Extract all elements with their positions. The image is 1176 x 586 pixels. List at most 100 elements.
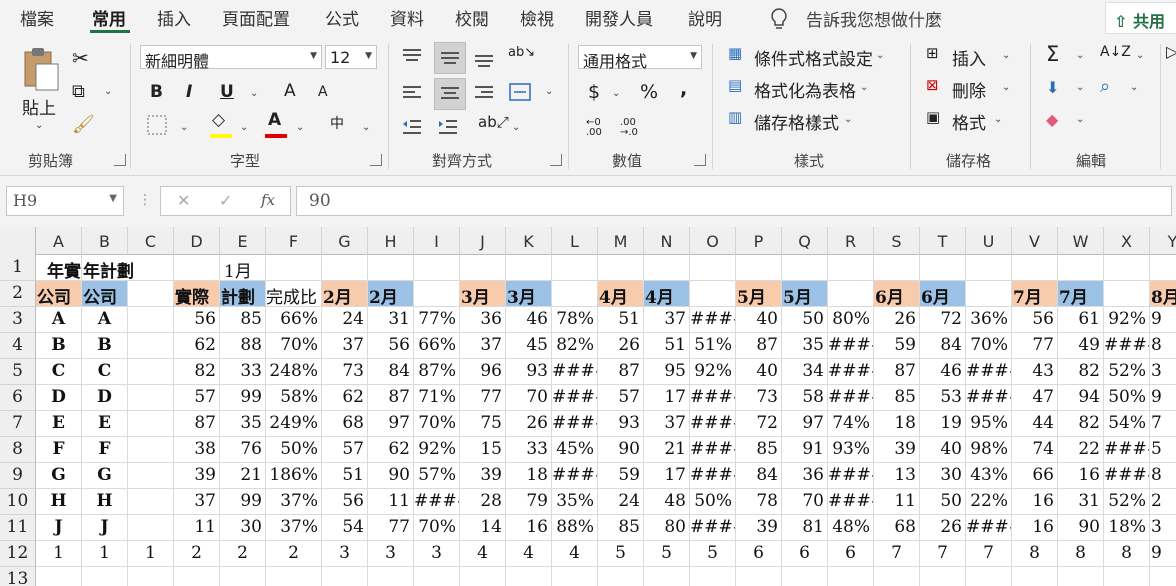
- cell-r7[interactable]: 74%: [828, 411, 874, 437]
- tab-review[interactable]: 校閱: [455, 5, 489, 30]
- insert-function-button[interactable]: fx: [261, 191, 275, 209]
- cell-t1[interactable]: [920, 255, 966, 281]
- column-header-v[interactable]: V: [1012, 227, 1058, 255]
- cell-y12[interactable]: 9: [1150, 541, 1176, 567]
- row-header-9[interactable]: 9: [0, 463, 36, 489]
- cell-g7[interactable]: 68: [322, 411, 368, 437]
- underline-button[interactable]: U: [220, 82, 234, 102]
- cell-y13[interactable]: [1150, 567, 1176, 586]
- cell-g10[interactable]: 56: [322, 489, 368, 515]
- cell-g9[interactable]: 51: [322, 463, 368, 489]
- cell-f3[interactable]: 66%: [266, 307, 322, 333]
- cell-v11[interactable]: 16: [1012, 515, 1058, 541]
- column-header-r[interactable]: R: [828, 227, 874, 255]
- currency-button[interactable]: $: [588, 81, 600, 103]
- cell-m2[interactable]: 4月: [598, 281, 644, 307]
- cell-i5[interactable]: 87%: [414, 359, 460, 385]
- cell-o2[interactable]: [690, 281, 736, 307]
- cell-x13[interactable]: [1104, 567, 1150, 586]
- cell-u8[interactable]: 98%: [966, 437, 1012, 463]
- column-header-k[interactable]: K: [506, 227, 552, 255]
- select-all-corner[interactable]: [0, 227, 36, 255]
- cell-y8[interactable]: 5: [1150, 437, 1176, 463]
- lightbulb-icon[interactable]: [766, 6, 792, 32]
- cell-j13[interactable]: [460, 567, 506, 586]
- cell-b7[interactable]: E: [82, 411, 128, 437]
- cell-a13[interactable]: [36, 567, 82, 586]
- cell-x4[interactable]: ####: [1104, 333, 1150, 359]
- fill-down-icon[interactable]: ⬇: [1046, 78, 1059, 97]
- cell-b12[interactable]: 1: [82, 541, 128, 567]
- currency-dropdown-icon[interactable]: ⌄: [612, 88, 620, 99]
- cell-w8[interactable]: 22: [1058, 437, 1104, 463]
- font-color-dropdown-icon[interactable]: ⌄: [296, 122, 304, 133]
- column-header-t[interactable]: T: [920, 227, 966, 255]
- cell-x12[interactable]: 8: [1104, 541, 1150, 567]
- cell-o4[interactable]: 51%: [690, 333, 736, 359]
- cell-q12[interactable]: 6: [782, 541, 828, 567]
- format-cells-button[interactable]: 格式: [952, 109, 986, 134]
- cell-i10[interactable]: ####: [414, 489, 460, 515]
- tab-data[interactable]: 資料: [390, 5, 424, 30]
- cell-q2[interactable]: 5月: [782, 281, 828, 307]
- cell-x2[interactable]: [1104, 281, 1150, 307]
- cell-g4[interactable]: 37: [322, 333, 368, 359]
- cell-u9[interactable]: 43%: [966, 463, 1012, 489]
- cell-j2[interactable]: 3月: [460, 281, 506, 307]
- font-size-select[interactable]: 12 ▼: [325, 45, 377, 69]
- cell-a5[interactable]: C: [36, 359, 82, 385]
- cell-s9[interactable]: 13: [874, 463, 920, 489]
- cell-l8[interactable]: 45%: [552, 437, 598, 463]
- cell-u10[interactable]: 22%: [966, 489, 1012, 515]
- cell-v3[interactable]: 56: [1012, 307, 1058, 333]
- alignment-launcher-icon[interactable]: [550, 154, 562, 166]
- ideas-icon[interactable]: ▷: [1166, 42, 1176, 61]
- row-header-4[interactable]: 4: [0, 333, 36, 359]
- cell-k7[interactable]: 26: [506, 411, 552, 437]
- cell-h6[interactable]: 87: [368, 385, 414, 411]
- cell-m9[interactable]: 59: [598, 463, 644, 489]
- enter-check-icon[interactable]: ✓: [219, 191, 232, 210]
- merge-center-icon[interactable]: [508, 80, 532, 104]
- conditional-format-button[interactable]: 條件式格式設定: [754, 45, 873, 70]
- row-header-3[interactable]: 3: [0, 307, 36, 333]
- cell-l7[interactable]: ####: [552, 411, 598, 437]
- cell-e3[interactable]: 85: [220, 307, 266, 333]
- cell-h1[interactable]: [368, 255, 414, 281]
- cell-f10[interactable]: 37%: [266, 489, 322, 515]
- cell-o7[interactable]: ####: [690, 411, 736, 437]
- cell-l12[interactable]: 4: [552, 541, 598, 567]
- tab-home[interactable]: 常用: [92, 5, 126, 30]
- cell-l13[interactable]: [552, 567, 598, 586]
- cell-k8[interactable]: 33: [506, 437, 552, 463]
- cell-j7[interactable]: 75: [460, 411, 506, 437]
- increase-indent-icon[interactable]: [436, 116, 460, 138]
- tell-me-search[interactable]: 告訴我您想做什麼: [806, 6, 942, 31]
- column-header-f[interactable]: F: [266, 227, 322, 255]
- cell-g2[interactable]: 2月: [322, 281, 368, 307]
- fill-dropdown-icon[interactable]: ⌄: [240, 122, 248, 133]
- cell-n4[interactable]: 51: [644, 333, 690, 359]
- cell-w12[interactable]: 8: [1058, 541, 1104, 567]
- percent-button[interactable]: %: [640, 81, 658, 103]
- cell-b11[interactable]: J: [82, 515, 128, 541]
- font-color-button[interactable]: A: [268, 110, 281, 130]
- shrink-font-button[interactable]: A: [318, 84, 328, 100]
- cell-b10[interactable]: H: [82, 489, 128, 515]
- cell-a10[interactable]: H: [36, 489, 82, 515]
- column-header-u[interactable]: U: [966, 227, 1012, 255]
- cell-d9[interactable]: 39: [174, 463, 220, 489]
- cell-n5[interactable]: 95: [644, 359, 690, 385]
- cell-q13[interactable]: [782, 567, 828, 586]
- cell-q9[interactable]: 36: [782, 463, 828, 489]
- more-options-icon[interactable]: ⋮: [138, 192, 152, 208]
- cell-b6[interactable]: D: [82, 385, 128, 411]
- cell-u1[interactable]: [966, 255, 1012, 281]
- cell-c10[interactable]: [128, 489, 174, 515]
- cell-c9[interactable]: [128, 463, 174, 489]
- cell-i6[interactable]: 71%: [414, 385, 460, 411]
- cell-j12[interactable]: 4: [460, 541, 506, 567]
- chevron-down-icon[interactable]: ⌄: [1002, 50, 1010, 61]
- tab-file[interactable]: 檔案: [20, 5, 54, 30]
- cell-q11[interactable]: 81: [782, 515, 828, 541]
